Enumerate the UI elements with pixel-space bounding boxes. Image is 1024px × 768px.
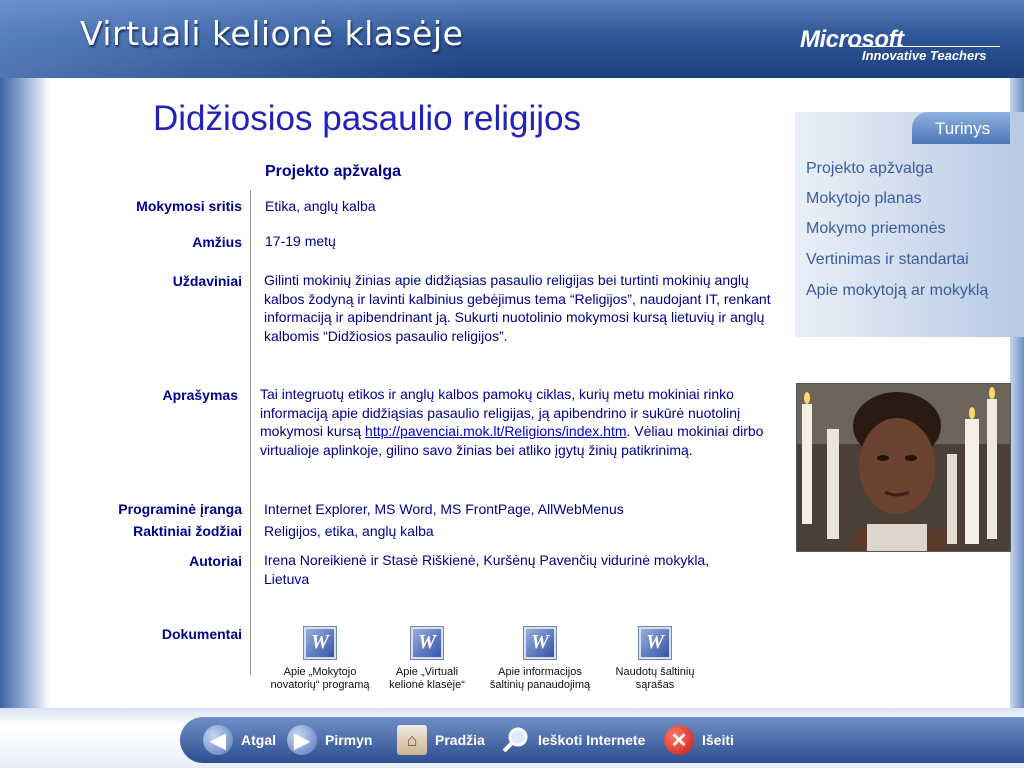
home-button-label: Pradžia [435,732,485,748]
keywords-label: Raktiniai žodžiai [133,523,242,539]
word-document-icon[interactable]: W [410,626,444,660]
exit-button[interactable]: ✕ Išeiti [664,724,734,756]
arrow-right-icon: ▶ [287,725,317,755]
subject-value: Etika, anglų kalba [265,198,376,214]
tasks-value: Gilinti mokinių žinias apie didžiąsias p… [264,272,771,344]
description-label: Aprašymas [162,387,239,403]
software-value: Internet Explorer, MS Word, MS FrontPage… [264,501,624,517]
close-x-icon: ✕ [664,725,694,755]
document-caption: Apie „Virtuali kelionė klasėje“ [389,666,465,691]
forward-button[interactable]: ▶ Pirmyn [287,724,372,756]
age-value: 17-19 metų [265,233,336,249]
search-internet-button[interactable]: Ieškoti Internete [500,724,645,756]
menu-item-about-teacher[interactable]: Apie mokytoją ar mokyklą [806,282,988,300]
documents-label: Dokumentai [161,626,242,642]
left-decor-fade [30,78,50,708]
menu-item-project-overview[interactable]: Projekto apžvalga [806,160,933,178]
exit-button-label: Išeiti [702,732,734,748]
page-title: Didžiosios pasaulio religijos [153,99,581,138]
word-document-icon[interactable]: W [523,626,557,660]
microsoft-tagline: Innovative Teachers [862,48,987,63]
menu-item-assessment[interactable]: Vertinimas ir standartai [806,251,969,269]
keywords-value: Religijos, etika, anglų kalba [264,523,434,539]
back-button[interactable]: ◀ Atgal [203,724,276,756]
description-value: Tai integruotų etikos ir anglų kalbos pa… [260,385,765,459]
document-caption: Apie informacijos šaltinių panaudojimą [489,666,591,691]
menu-item-teaching-tools[interactable]: Mokymo priemonės [806,220,946,238]
home-icon: ⌂ [397,725,427,755]
forward-button-label: Pirmyn [325,732,373,748]
column-divider [250,190,251,675]
back-button-label: Atgal [241,732,276,748]
student-photo [796,383,1011,552]
word-document-icon[interactable]: W [303,626,337,660]
home-button[interactable]: ⌂ Pradžia [397,724,485,756]
banner-title: Virtuali kelionė klasėje [80,14,464,53]
tasks-label: Uždaviniai [172,273,242,289]
menu-item-teacher-plan[interactable]: Mokytojo planas [806,190,922,208]
subject-label: Mokymosi sritis [136,198,242,214]
authors-value: Irena Noreikienė ir Stasė Riškienė, Kurš… [264,552,710,587]
authors-label: Autoriai [189,553,242,569]
contents-tab-label: Turinys [935,119,991,138]
magnifier-icon [500,725,530,755]
word-document-icon[interactable]: W [638,626,672,660]
age-label: Amžius [192,234,242,250]
software-label: Programinė įranga [118,501,242,517]
logo-underline [850,46,1000,47]
arrow-left-icon: ◀ [203,725,233,755]
left-decor-strip [0,78,30,708]
description-link[interactable]: http://pavenciai.mok.lt/Religions/index.… [365,423,626,439]
search-internet-button-label: Ieškoti Internete [538,732,646,748]
student-photo-illustration [797,384,1010,551]
section-heading: Projekto apžvalga [265,163,402,180]
document-caption: Naudotų šaltinių sąrašas [615,666,695,691]
